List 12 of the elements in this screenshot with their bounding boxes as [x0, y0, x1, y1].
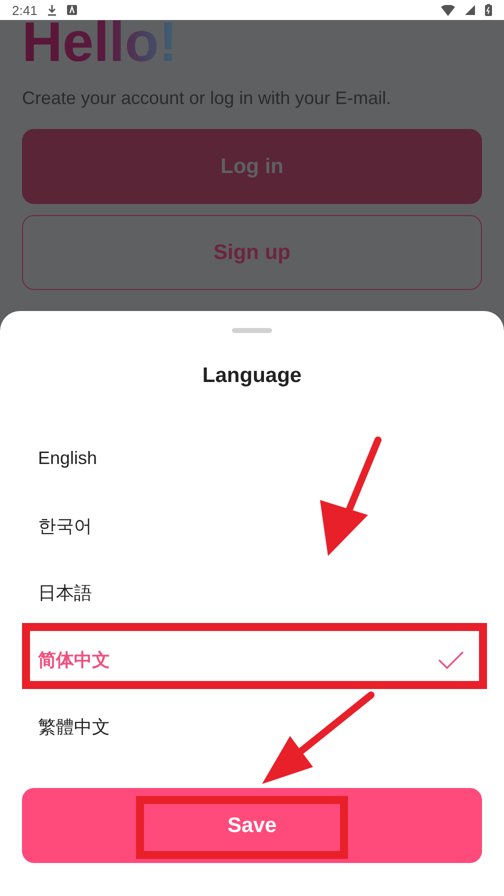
drag-handle[interactable]: [232, 328, 272, 333]
notification-icon: [67, 5, 78, 15]
wifi-icon: [441, 4, 455, 16]
check-icon: [438, 650, 464, 668]
language-option[interactable]: 繁體中文: [0, 693, 504, 760]
battery-icon: [485, 4, 492, 16]
language-option[interactable]: English: [0, 425, 504, 492]
signal-icon: [465, 5, 475, 15]
sheet-title: Language: [201, 364, 303, 388]
language-option[interactable]: 한국어: [0, 492, 504, 559]
language-option[interactable]: 日本語: [0, 559, 504, 626]
download-icon: [47, 4, 58, 16]
